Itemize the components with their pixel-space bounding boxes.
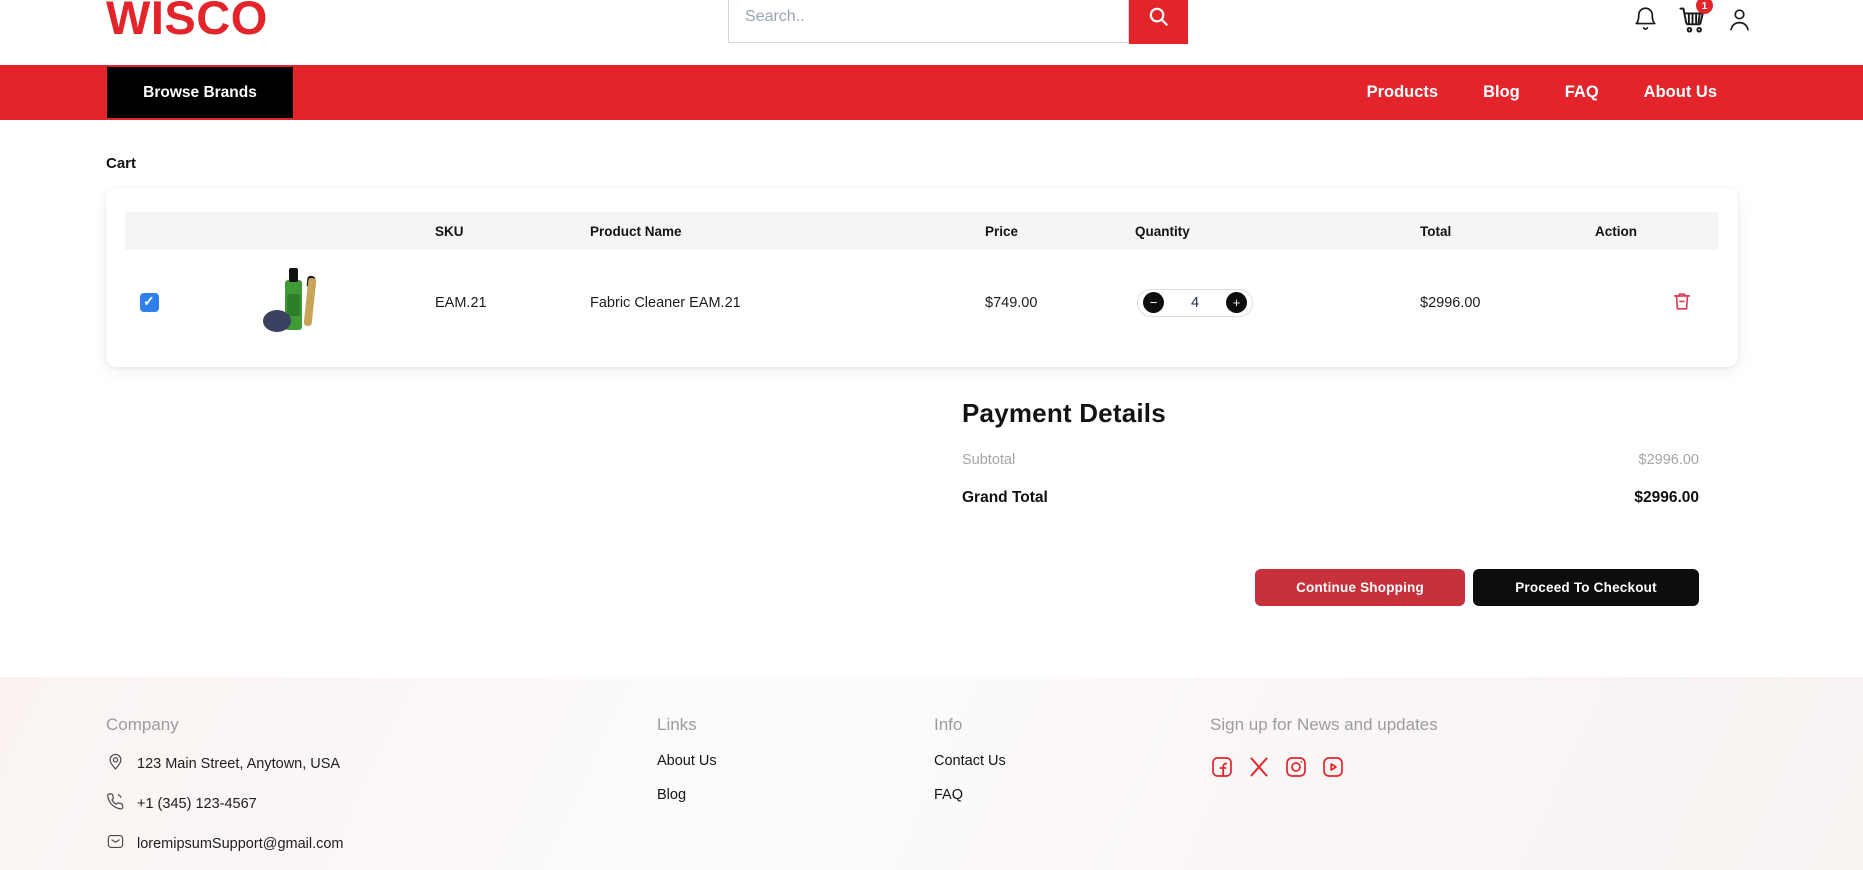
- top-header: WISCO 1: [0, 0, 1863, 65]
- footer-links-column: Links About Us Blog: [657, 715, 717, 803]
- grand-total-value: $2996.00: [1634, 489, 1699, 507]
- header-action: Action: [1570, 224, 1718, 239]
- nav-link-products[interactable]: Products: [1367, 83, 1439, 102]
- header-icon-group: 1: [1630, 4, 1754, 34]
- subtotal-label: Subtotal: [962, 452, 1015, 468]
- cart-item-row: EAM.21 Fabric Cleaner EAM.21 $749.00 − 4…: [125, 250, 1718, 355]
- subtotal-value: $2996.00: [1639, 452, 1699, 468]
- cart-table-header: SKU Product Name Price Quantity Total Ac…: [125, 212, 1718, 250]
- header-product-name: Product Name: [565, 224, 960, 239]
- main-navbar: Browse Brands Products Blog FAQ About Us: [0, 65, 1863, 120]
- footer-link-blog[interactable]: Blog: [657, 787, 717, 803]
- footer-newsletter-title: Sign up for News and updates: [1210, 715, 1438, 735]
- wisco-logo[interactable]: WISCO: [106, 0, 268, 45]
- subtotal-row: Subtotal $2996.00: [962, 452, 1699, 468]
- quantity-value: 4: [1191, 295, 1199, 311]
- notification-bell-icon[interactable]: [1630, 4, 1660, 34]
- cart-table-card: SKU Product Name Price Quantity Total Ac…: [106, 188, 1738, 367]
- quantity-increase-button[interactable]: +: [1226, 292, 1247, 313]
- nav-link-about-us[interactable]: About Us: [1644, 83, 1717, 102]
- footer-link-about-us[interactable]: About Us: [657, 753, 717, 769]
- cart-count-badge: 1: [1696, 0, 1713, 14]
- header-price: Price: [960, 224, 1110, 239]
- cart-section-title: Cart: [106, 155, 136, 172]
- item-name: Fabric Cleaner EAM.21: [565, 295, 960, 311]
- instagram-icon[interactable]: [1284, 755, 1308, 779]
- header-sku: SKU: [410, 224, 565, 239]
- grand-total-row: Grand Total $2996.00: [962, 489, 1699, 507]
- cart-page: WISCO 1: [0, 0, 1863, 870]
- footer-newsletter-column: Sign up for News and updates: [1210, 715, 1438, 779]
- search-icon: [1147, 5, 1170, 31]
- nav-link-blog[interactable]: Blog: [1483, 83, 1520, 102]
- footer-company-column: Company 123 Main Street, Anytown, USA +1…: [106, 715, 344, 855]
- footer-email-row: loremipsumSupport@gmail.com: [106, 832, 344, 855]
- footer-company-title: Company: [106, 715, 344, 735]
- payment-details-title: Payment Details: [962, 398, 1166, 429]
- continue-shopping-button[interactable]: Continue Shopping: [1255, 569, 1465, 606]
- quantity-decrease-button[interactable]: −: [1143, 292, 1164, 313]
- header-total: Total: [1395, 224, 1570, 239]
- quantity-stepper: − 4 +: [1137, 289, 1253, 317]
- footer-phone: +1 (345) 123-4567: [137, 796, 257, 812]
- facebook-icon[interactable]: [1210, 755, 1234, 779]
- nav-link-faq[interactable]: FAQ: [1565, 83, 1599, 102]
- user-account-icon[interactable]: [1724, 4, 1754, 34]
- footer-links-title: Links: [657, 715, 717, 735]
- browse-brands-button[interactable]: Browse Brands: [107, 67, 293, 118]
- youtube-icon[interactable]: [1321, 755, 1345, 779]
- footer-link-contact-us[interactable]: Contact Us: [934, 753, 1006, 769]
- cart-icon[interactable]: 1: [1677, 4, 1707, 34]
- item-price: $749.00: [960, 295, 1110, 311]
- page-footer: Company 123 Main Street, Anytown, USA +1…: [0, 677, 1863, 870]
- footer-link-faq[interactable]: FAQ: [934, 787, 1006, 803]
- email-icon: [106, 832, 125, 855]
- item-sku: EAM.21: [410, 295, 565, 311]
- search-button[interactable]: [1129, 0, 1188, 44]
- search-input[interactable]: [728, 0, 1129, 43]
- item-total: $2996.00: [1395, 295, 1570, 311]
- item-checkbox[interactable]: [140, 293, 159, 312]
- trash-icon: [1671, 300, 1693, 315]
- remove-item-button[interactable]: [1670, 290, 1694, 314]
- social-icons: [1210, 755, 1438, 779]
- footer-email: loremipsumSupport@gmail.com: [137, 836, 344, 852]
- footer-address-row: 123 Main Street, Anytown, USA: [106, 752, 344, 775]
- location-pin-icon: [106, 752, 125, 775]
- nav-links: Products Blog FAQ About Us: [1367, 65, 1717, 120]
- footer-phone-row: +1 (345) 123-4567: [106, 792, 344, 815]
- x-twitter-icon[interactable]: [1247, 755, 1271, 779]
- grand-total-label: Grand Total: [962, 489, 1048, 507]
- proceed-to-checkout-button[interactable]: Proceed To Checkout: [1473, 569, 1699, 606]
- footer-info-column: Info Contact Us FAQ: [934, 715, 1006, 803]
- phone-icon: [106, 792, 125, 815]
- footer-address: 123 Main Street, Anytown, USA: [137, 756, 340, 772]
- footer-info-title: Info: [934, 715, 1006, 735]
- product-image: [263, 268, 327, 338]
- header-quantity: Quantity: [1110, 224, 1395, 239]
